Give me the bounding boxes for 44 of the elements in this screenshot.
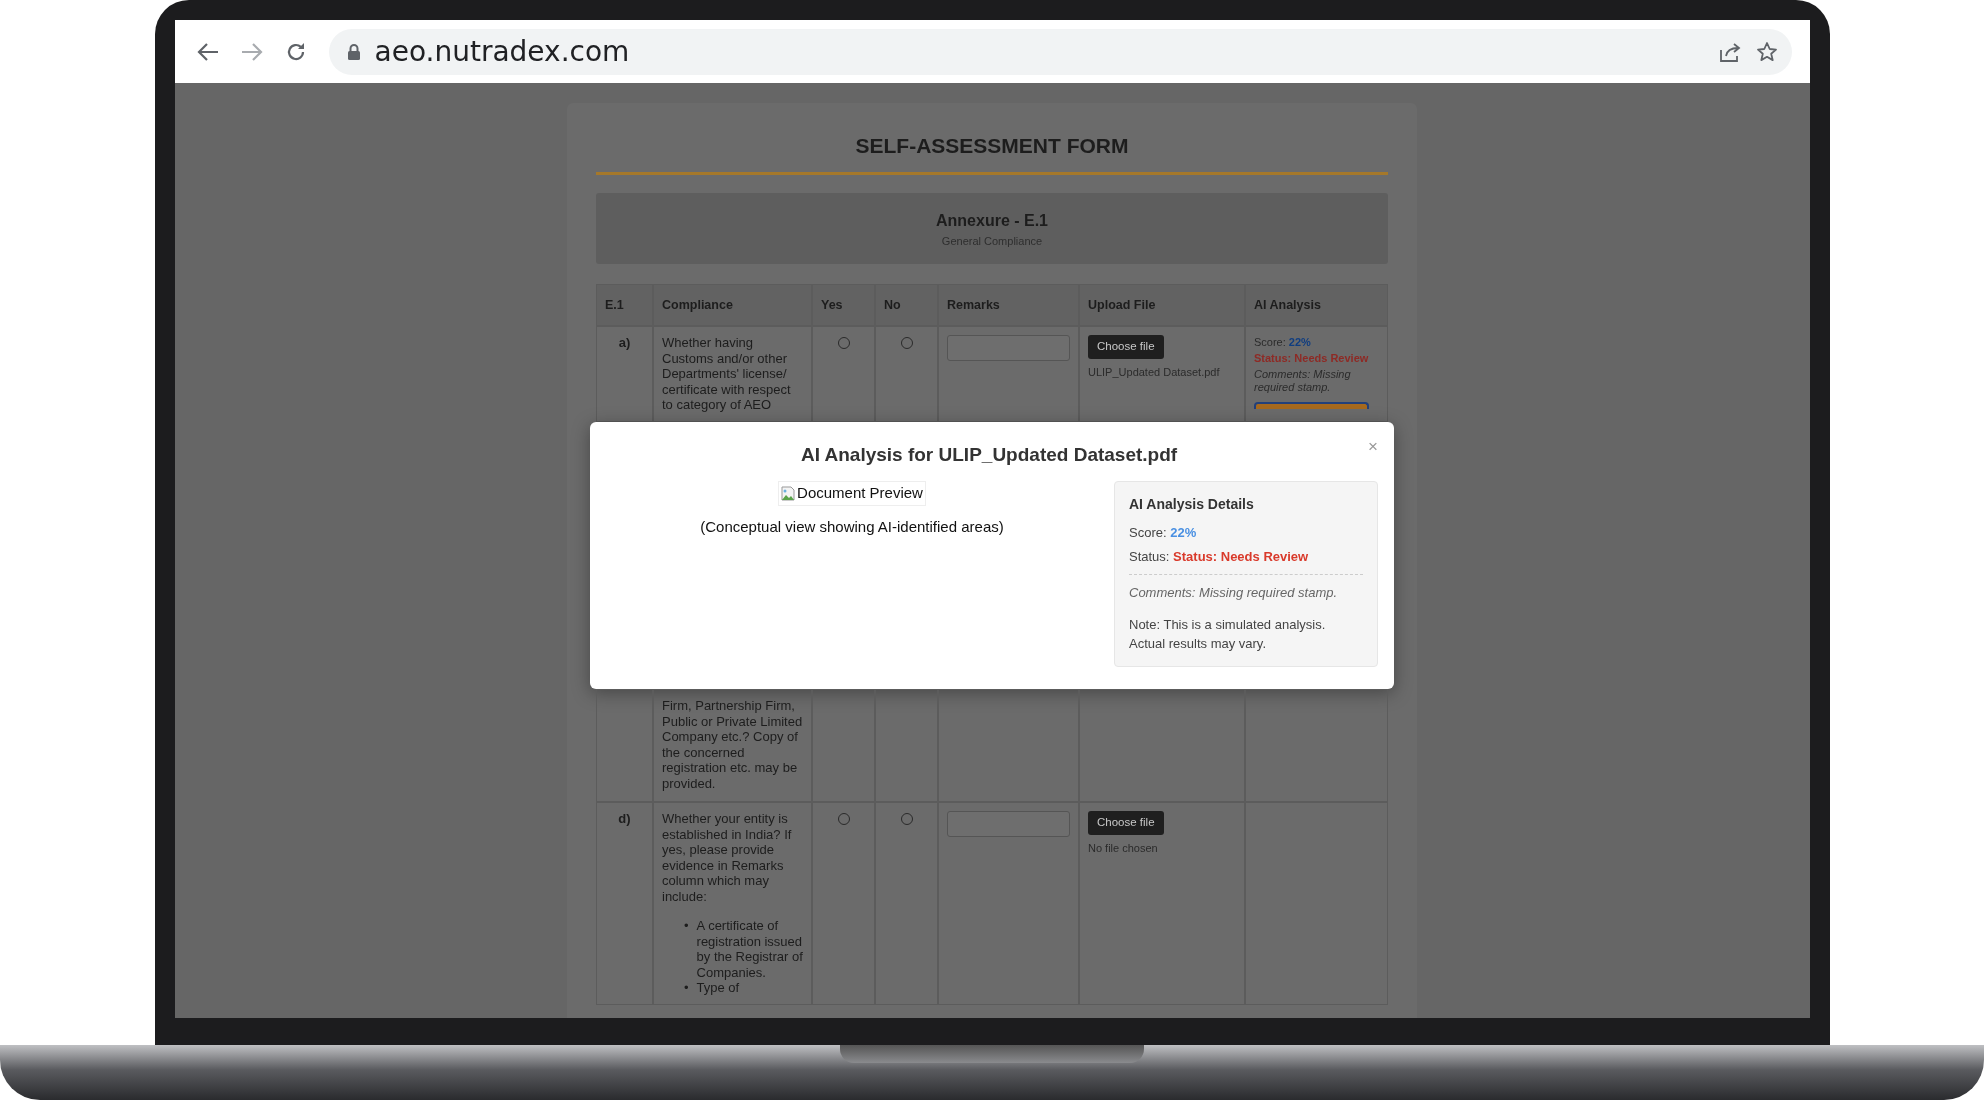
action-button[interactable] bbox=[1254, 402, 1369, 410]
remarks-field[interactable] bbox=[947, 811, 1070, 838]
list-item: A certificate of registration issued by the Registrar of Companies. bbox=[696, 918, 803, 981]
details-heading: AI Analysis Details bbox=[1129, 495, 1255, 515]
forward-icon[interactable] bbox=[240, 41, 263, 62]
row-label: a) bbox=[618, 335, 631, 351]
bullet-marker: • bbox=[684, 980, 689, 996]
broken-image-icon bbox=[781, 486, 796, 501]
score-text: Score: 22% bbox=[1254, 335, 1312, 351]
form-title: SELF-ASSESSMENT FORM bbox=[854, 133, 1130, 159]
remarks-field[interactable] bbox=[947, 335, 1070, 362]
choose-file-button[interactable]: Choose file bbox=[1088, 335, 1164, 359]
preview-alt-text: Document Preview bbox=[797, 483, 923, 504]
status-text: Status: Status: Needs Review bbox=[1129, 547, 1310, 566]
compliance-text: Firm, Partnership Firm, Public or Private Limited Company etc.? Copy of the concerned registration etc. may be provided. bbox=[662, 698, 803, 792]
compliance-text: Whether your entity is established in India? If yes, please provide evidence in Remarks column which may include: bbox=[662, 811, 793, 905]
comments-text: Comments: Missing required stamp. bbox=[1254, 368, 1352, 395]
score-text: Score: 22% bbox=[1129, 524, 1198, 543]
column-header: AI Analysis bbox=[1245, 283, 1388, 327]
share-icon[interactable] bbox=[1717, 40, 1742, 63]
compliance-text: Whether having Customs and/or other Departments' license/ certificate with respect to category of AEO bbox=[662, 335, 792, 413]
file-status: ULIP_Updated Dataset.pdf bbox=[1088, 364, 1221, 380]
preview-caption: (Conceptual view showing AI-identified areas) bbox=[700, 516, 1004, 537]
dialog-title: AI Analysis for ULIP_Updated Dataset.pdf bbox=[799, 444, 1179, 468]
comments-text: Comments: Missing required stamp. bbox=[1129, 584, 1339, 603]
annexure-title: Annexure - E.1 bbox=[935, 211, 1049, 232]
row-label: d) bbox=[618, 811, 631, 827]
address-bar[interactable]: aeo.nutradex.com bbox=[328, 28, 1792, 75]
status-text: Status: Needs Review bbox=[1254, 350, 1370, 366]
choose-file-button[interactable]: Choose file bbox=[1088, 811, 1164, 835]
back-icon[interactable] bbox=[196, 41, 219, 62]
list-item: Type of bbox=[696, 980, 740, 996]
column-header: Compliance bbox=[653, 283, 812, 327]
star-icon[interactable] bbox=[1755, 40, 1778, 63]
column-header: Remarks bbox=[938, 283, 1079, 327]
column-header: E.1 bbox=[596, 283, 653, 327]
column-header: No bbox=[875, 283, 938, 327]
column-header: Upload File bbox=[1079, 283, 1245, 327]
column-header: Yes bbox=[812, 283, 875, 327]
note-text: Note: This is a simulated analysis. Actual results may vary. bbox=[1129, 615, 1327, 654]
bullet-marker: • bbox=[684, 918, 689, 936]
file-status: No file chosen bbox=[1088, 840, 1159, 856]
lock-icon bbox=[346, 42, 361, 61]
url-text: aeo.nutradex.com bbox=[374, 33, 631, 70]
